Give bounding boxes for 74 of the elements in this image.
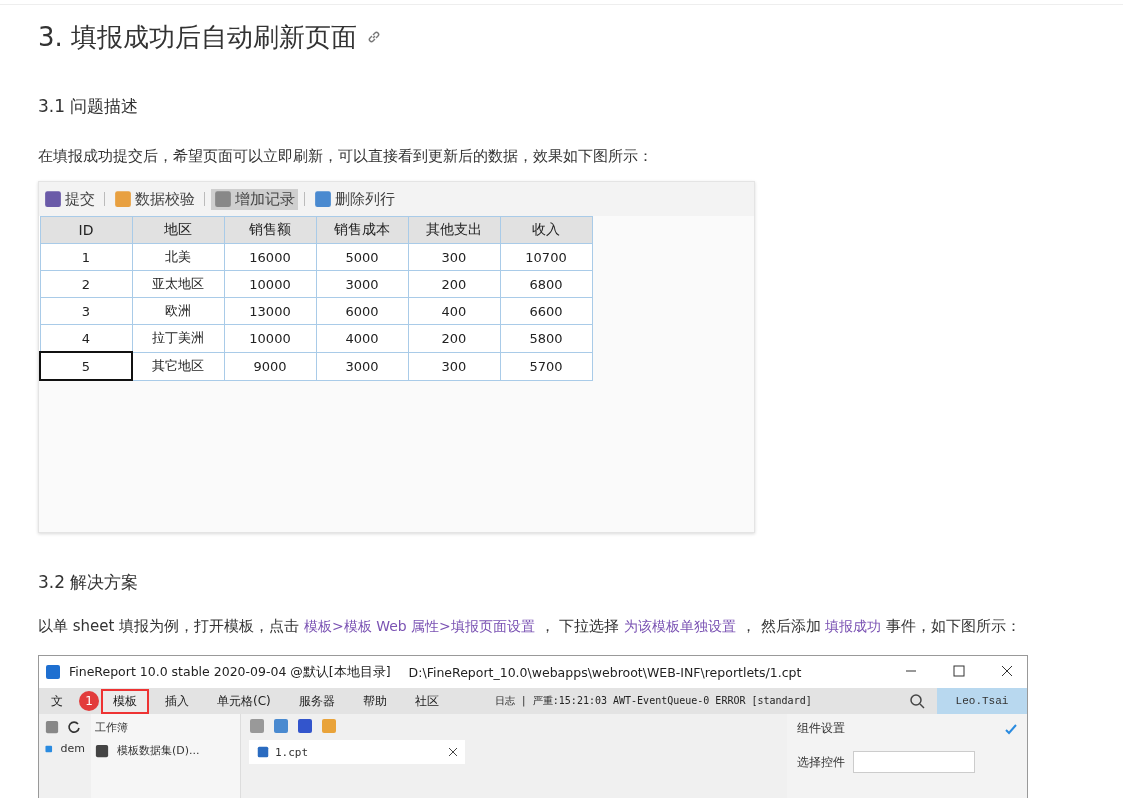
column-header: 其他支出: [408, 216, 500, 244]
link[interactable]: 模板>模板 Web 属性>填报页面设置: [303, 618, 535, 634]
column-header: 销售成本: [316, 216, 408, 244]
link-icon[interactable]: [367, 30, 382, 44]
menu-item[interactable]: 帮助: [350, 688, 399, 714]
table-cell: 5: [40, 352, 132, 380]
table-cell: 5700: [500, 352, 592, 380]
table-cell: 13000: [224, 297, 316, 325]
toolbar-button[interactable]: 增加记录: [211, 188, 298, 210]
table-cell: 亚太地区: [132, 270, 224, 298]
field-label: 选择控件: [797, 753, 845, 771]
menu-item[interactable]: 模板: [101, 688, 149, 714]
table-cell: 16000: [224, 243, 316, 271]
log-text: 日志 | 严重:15:21:03 AWT-EventQueue-0 ERROR [standard]: [494, 694, 812, 708]
column-header: 收入: [500, 216, 592, 244]
table-cell: 200: [408, 270, 500, 298]
table-cell: 200: [408, 324, 500, 352]
table-cell: 2: [40, 270, 132, 298]
file-tab[interactable]: 1.cpt: [249, 740, 465, 764]
user-name[interactable]: Leo.Tsai: [937, 688, 1027, 714]
table-cell: 4: [40, 324, 132, 352]
refresh-icon[interactable]: [67, 720, 81, 734]
menu-item[interactable]: 插入: [153, 688, 201, 714]
table-cell: 300: [408, 243, 500, 271]
tree-item[interactable]: dem: [60, 742, 85, 755]
table-cell: 3000: [316, 352, 408, 380]
menu-item[interactable]: 单元格(C): [205, 688, 283, 714]
toolbar-button[interactable]: 删除列行: [311, 188, 398, 210]
section-heading: 3. 填报成功后自动刷新页面: [38, 20, 358, 54]
column-header: ID: [40, 216, 132, 244]
table-cell: 4000: [316, 324, 408, 352]
close-icon[interactable]: [449, 748, 457, 756]
menu-item[interactable]: 社区: [402, 688, 451, 714]
window-title: FineReport 10.0 stable 2020-09-04 @默认[本地目录]: [69, 663, 391, 681]
table-cell: 1: [40, 243, 132, 271]
panel-title: 组件设置: [797, 720, 845, 737]
table-cell: 10000: [224, 324, 316, 352]
table-cell: 400: [408, 297, 500, 325]
search-icon[interactable]: [909, 693, 925, 709]
link[interactable]: 填报成功: [825, 618, 882, 634]
step-badge: 1: [79, 691, 99, 711]
table-cell: 3000: [316, 270, 408, 298]
paragraph: 以单 sheet 填报为例，打开模板，点击 模板>模板 Web 属性>填报页面设置 ， 下拉选择 为该模板单独设置 ， 然后添加 填报成功 事件，如下图所示：: [38, 616, 1023, 637]
table-cell: 300: [408, 352, 500, 380]
table-cell: 3: [40, 297, 132, 325]
table-cell: 其它地区: [132, 352, 224, 380]
close-icon[interactable]: [1001, 665, 1013, 677]
menu-item[interactable]: 模板数据集(D)...: [117, 743, 200, 758]
toolbar-button[interactable]: 提交: [41, 188, 98, 210]
menu-item[interactable]: 文: [39, 688, 75, 714]
table-cell: 5000: [316, 243, 408, 271]
subsection-heading: 3.1 问题描述: [38, 95, 140, 118]
select-field[interactable]: [853, 751, 975, 773]
column-header: 地区: [132, 216, 224, 244]
file-path: D:\FineReport_10.0\webapps\webroot\WEB-INF\reportlets/1.cpt: [408, 664, 802, 680]
table-cell: 6000: [316, 297, 408, 325]
table-cell: 10000: [224, 270, 316, 298]
column-header: 销售额: [224, 216, 316, 244]
table-cell: 10700: [500, 243, 592, 271]
table-cell: 欧洲: [132, 297, 224, 325]
table-cell: 5800: [500, 324, 592, 352]
subsection-heading: 3.2 解决方案: [38, 571, 140, 594]
menu-item[interactable]: 服务器: [286, 688, 347, 714]
table-cell: 拉丁美洲: [132, 324, 224, 352]
menu-group-label: 工作簿: [95, 720, 129, 735]
link[interactable]: 为该模板单独设置: [624, 618, 737, 634]
table-cell: 9000: [224, 352, 316, 380]
table-cell: 6600: [500, 297, 592, 325]
paragraph: 在填报成功提交后，希望页面可以立即刷新，可以直接看到更新后的数据，效果如下图所示：: [38, 146, 654, 167]
check-icon[interactable]: [1005, 722, 1017, 735]
table-cell: 北美: [132, 243, 224, 271]
maximize-icon[interactable]: [953, 665, 965, 677]
toolbar-button[interactable]: 数据校验: [111, 188, 198, 210]
table-cell: 6800: [500, 270, 592, 298]
